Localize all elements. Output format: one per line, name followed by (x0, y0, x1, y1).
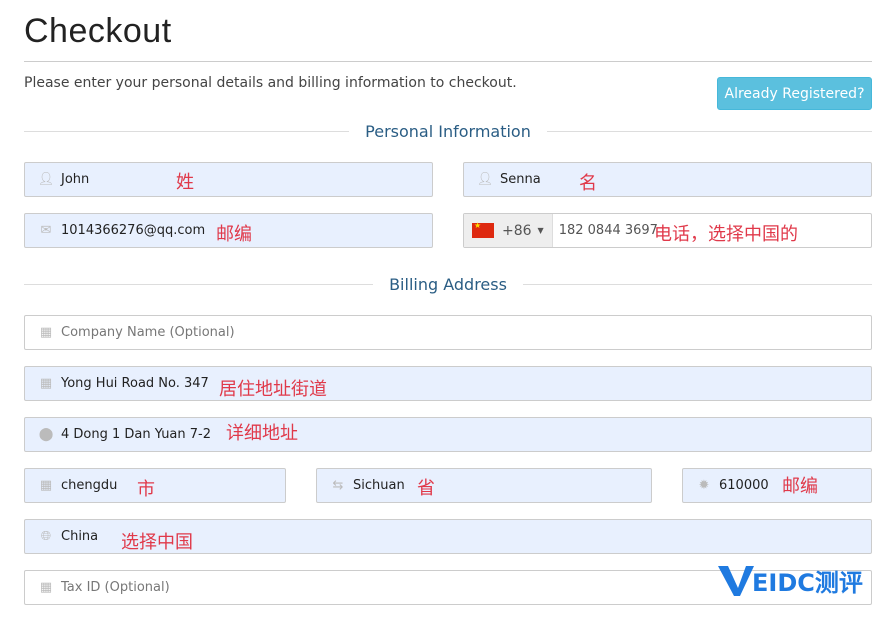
address2-input[interactable]: ⬤ 4 Dong 1 Dan Yuan 7-2 (24, 417, 872, 452)
last-name-value: Senna (500, 172, 541, 187)
watermark-logo: EIDC测评 (716, 562, 863, 598)
annotation-email: 邮编 (216, 224, 252, 245)
first-name-value: John (61, 172, 90, 187)
building-icon: ▦ (39, 376, 53, 391)
annotation-address1: 居住地址街道 (219, 379, 327, 400)
annotation-city: 市 (137, 479, 155, 500)
state-input[interactable]: ⇆ Sichuan (316, 468, 652, 503)
email-value: 1014366276@qq.com (61, 223, 206, 238)
signpost-icon: ⇆ (332, 478, 344, 493)
city-value: chengdu (61, 478, 118, 493)
china-flag-icon (472, 221, 494, 238)
annotation-first-name: 姓 (176, 172, 194, 193)
annotation-phone: 电话，选择中国的 (654, 224, 798, 245)
already-registered-button[interactable]: Already Registered? (717, 77, 872, 110)
annotation-country: 选择中国 (121, 532, 193, 553)
caret-down-icon: ▼ (537, 226, 544, 235)
v-logo-icon (718, 566, 754, 596)
postcode-value: 610000 (719, 478, 769, 493)
phone-code: +86 (502, 222, 532, 239)
annotation-address2: 详细地址 (226, 423, 298, 444)
user-icon: 👤︎ (37, 172, 55, 187)
building-icon: ▦ (39, 580, 53, 595)
page-subtitle: Please enter your personal details and b… (24, 75, 517, 91)
section-personal-information: Personal Information (24, 122, 872, 141)
country-code-dropdown[interactable]: +86 ▼ (464, 214, 553, 247)
map-marker-icon: ⬤ (38, 427, 54, 442)
section-billing-address: Billing Address (24, 275, 873, 294)
annotation-state: 省 (417, 478, 435, 499)
annotation-last-name: 名 (579, 173, 597, 194)
envelope-icon: ✉ (40, 223, 52, 238)
user-icon: 👤︎ (476, 172, 494, 187)
building-icon: ▦ (39, 325, 53, 340)
annotation-postcode: 邮编 (782, 476, 818, 497)
country-value: China (61, 529, 99, 544)
section-title: Personal Information (365, 122, 531, 141)
company-placeholder: Company Name (Optional) (61, 325, 235, 340)
address2-value: 4 Dong 1 Dan Yuan 7-2 (61, 427, 212, 442)
address1-input[interactable]: ▦ Yong Hui Road No. 347 (24, 366, 872, 401)
postcode-input[interactable]: ✹ 610000 (682, 468, 872, 503)
city-input[interactable]: ▦ chengdu (24, 468, 286, 503)
building-icon: ▦ (39, 478, 53, 493)
certificate-icon: ✹ (698, 478, 710, 493)
page-title: Checkout (24, 12, 172, 50)
section-title: Billing Address (389, 275, 507, 294)
phone-value: 182 0844 3697 (558, 223, 658, 238)
address1-value: Yong Hui Road No. 347 (61, 376, 209, 391)
state-value: Sichuan (353, 478, 405, 493)
tax-id-placeholder: Tax ID (Optional) (61, 580, 170, 595)
divider (24, 61, 872, 62)
company-name-input[interactable]: ▦ Company Name (Optional) (24, 315, 872, 350)
globe-icon: 🌐︎ (40, 529, 52, 544)
first-name-input[interactable]: 👤︎ John (24, 162, 433, 197)
last-name-input[interactable]: 👤︎ Senna (463, 162, 872, 197)
